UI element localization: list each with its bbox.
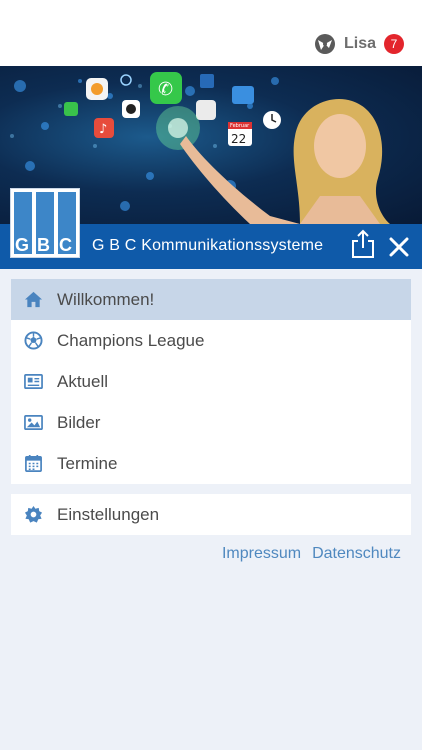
soccer-ball-icon — [24, 331, 43, 350]
user-name[interactable]: Lisa — [344, 35, 376, 53]
close-icon[interactable] — [388, 236, 410, 258]
settings-menu: Einstellungen — [11, 494, 411, 535]
user-menu[interactable]: Lisa 7 — [314, 33, 404, 55]
menu-label-termine: Termine — [57, 453, 118, 473]
gear-icon — [24, 505, 43, 523]
menu-item-termine[interactable]: Termine — [11, 443, 411, 484]
datenschutz-link[interactable]: Datenschutz — [312, 545, 401, 563]
hero-calendar-month: Februar — [230, 123, 250, 129]
logo-letter-g: G — [15, 235, 29, 255]
image-icon — [24, 414, 43, 431]
footer-links: Impressum Datenschutz — [211, 545, 401, 563]
menu-item-bilder[interactable]: Bilder — [11, 402, 411, 443]
notification-badge[interactable]: 7 — [384, 34, 404, 54]
menu-label-willkommen: Willkommen! — [57, 289, 155, 309]
logo-graphic: G B C — [14, 192, 76, 255]
menu-item-aktuell[interactable]: Aktuell — [11, 361, 411, 402]
menu-item-einstellungen[interactable]: Einstellungen — [11, 494, 411, 535]
impressum-link[interactable]: Impressum — [222, 545, 301, 563]
top-bar: Lisa 7 — [0, 0, 422, 66]
share-icon[interactable] — [350, 229, 376, 259]
logo-letter-c: C — [59, 235, 72, 255]
svg-text:♪: ♪ — [99, 122, 107, 137]
menu-label-einstellungen: Einstellungen — [57, 504, 160, 524]
svg-text:✆: ✆ — [158, 79, 173, 100]
hero-calendar-day: 22 — [231, 132, 246, 146]
newspaper-icon — [24, 373, 43, 390]
network-icon — [314, 34, 335, 54]
menu-item-champions-league[interactable]: Champions League — [11, 320, 411, 361]
company-logo: G B C — [10, 188, 80, 258]
brand-title: G B C Kommunikationssysteme — [92, 237, 324, 254]
logo-letter-b: B — [37, 235, 50, 255]
menu-item-willkommen[interactable]: Willkommen! — [11, 279, 411, 320]
calendar-icon — [25, 454, 42, 472]
menu-label-bilder: Bilder — [57, 412, 101, 432]
home-icon — [24, 291, 43, 308]
menu-label-champions-league: Champions League — [57, 330, 205, 350]
main-menu: Willkommen! Champions League Aktuell Bil… — [11, 279, 411, 484]
menu-label-aktuell: Aktuell — [57, 371, 109, 391]
